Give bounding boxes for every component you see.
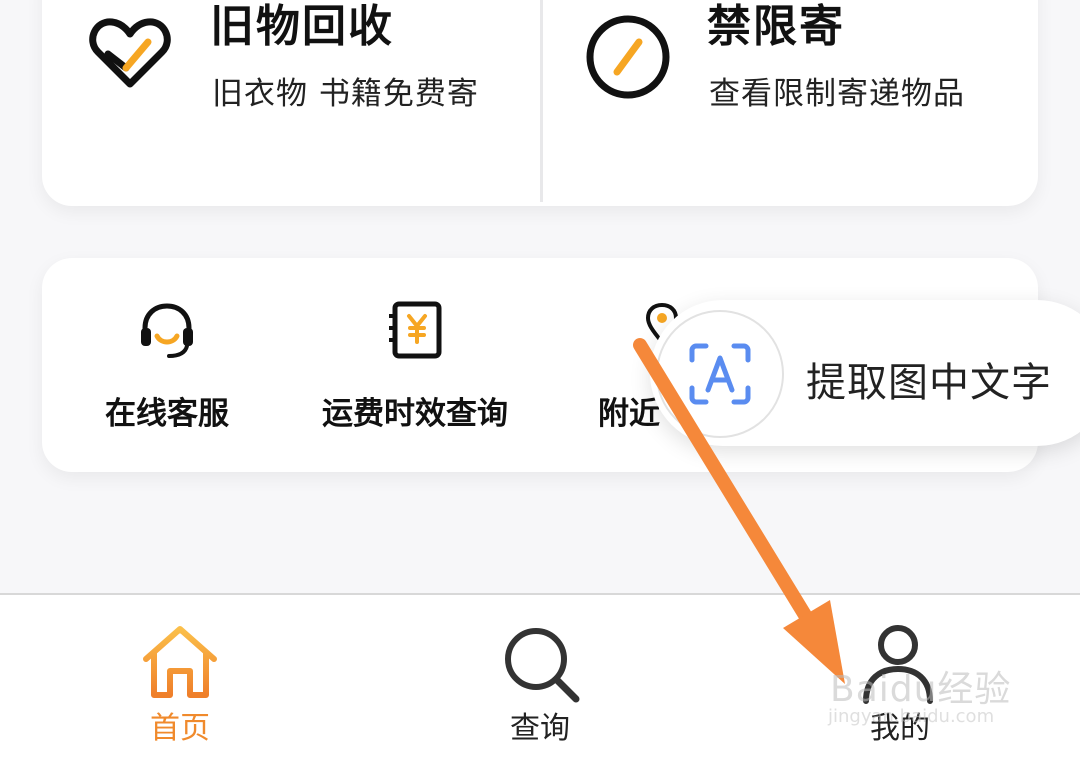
prohibited-icon xyxy=(586,15,670,99)
tool-fee-query[interactable]: 运费时效查询 xyxy=(290,258,540,472)
services-card: 旧物回收 旧衣物 书籍免费寄 禁限寄 查看限制寄递物品 xyxy=(42,0,1038,206)
service-title: 旧物回收 xyxy=(210,1,394,52)
nav-label: 我的 xyxy=(870,711,930,746)
tool-online-service[interactable]: 在线客服 xyxy=(42,258,292,472)
service-subtitle: 查看限制寄递物品 xyxy=(709,76,965,112)
ocr-icon-button[interactable] xyxy=(656,310,784,438)
nav-profile[interactable]: 我的 xyxy=(800,595,1000,757)
service-title: 禁限寄 xyxy=(707,1,845,52)
tool-label: 附近 xyxy=(598,396,660,432)
service-prohibited[interactable]: 禁限寄 查看限制寄递物品 xyxy=(543,0,1038,206)
nav-label: 查询 xyxy=(510,711,570,746)
bottom-nav: 首页 查询 我的 xyxy=(0,593,1080,757)
ocr-label: 提取图中文字 xyxy=(806,360,1052,406)
headset-icon xyxy=(141,303,193,358)
nav-label: 首页 xyxy=(150,711,210,746)
fee-notebook-icon xyxy=(389,301,442,359)
heart-icon xyxy=(89,18,171,88)
text-recognition-icon xyxy=(689,343,751,405)
profile-icon xyxy=(863,625,933,704)
nav-home[interactable]: 首页 xyxy=(80,595,280,757)
service-recycle[interactable]: 旧物回收 旧衣物 书籍免费寄 xyxy=(42,0,540,206)
nav-search[interactable]: 查询 xyxy=(440,595,640,757)
search-icon xyxy=(505,628,580,703)
tool-label: 运费时效查询 xyxy=(322,396,508,432)
tool-label: 在线客服 xyxy=(105,396,229,432)
home-icon xyxy=(143,626,217,698)
ocr-popup[interactable]: 提取图中文字 xyxy=(650,300,1080,446)
service-subtitle: 旧衣物 书籍免费寄 xyxy=(212,76,479,112)
